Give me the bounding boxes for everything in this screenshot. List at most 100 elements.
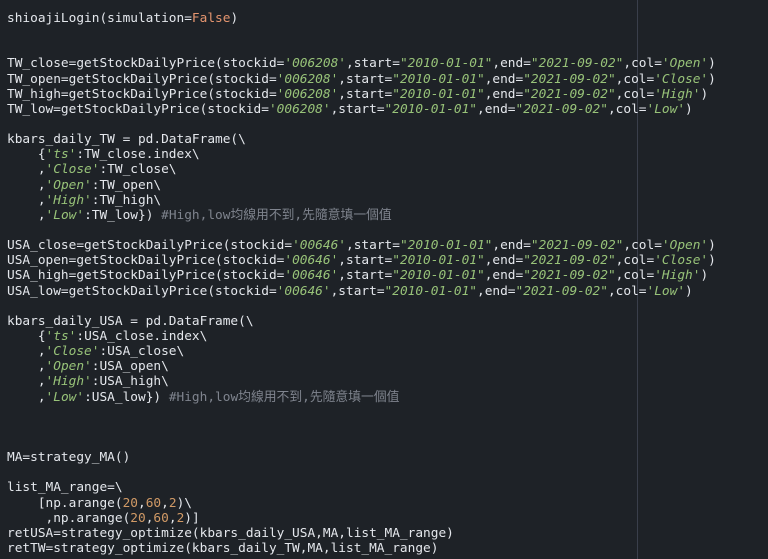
string-literal: 'High' [45,192,92,208]
code-token: , [161,495,169,511]
string-literal: "2021-09-02" [515,101,608,117]
code-token: , [138,495,146,511]
string-literal: "2010-01-01" [392,86,485,102]
string-literal: 'Low' [646,101,686,117]
string-literal: "2010-01-01" [399,56,493,72]
code-token: shioajiLogin(simulation= [7,11,192,26]
code-token: ) [230,11,239,26]
code-line: kbars_daily_TW = pd.DataFrame(\ [7,132,716,147]
code-token: :USA_high\ [91,374,169,390]
code-token: ,start= [330,283,385,299]
code-token: list_MA_range=\ [7,480,123,496]
string-literal: 'Open' [661,238,709,254]
code-token: TW_high=getStockDailyPrice(stockid= [7,86,277,102]
code-token: ) [700,268,709,284]
code-token: :TW_close\ [99,162,177,178]
code-token: kbars_daily_USA = pd.DataFrame(\ [7,313,254,329]
code-token: ,end= [492,238,531,254]
string-literal: 'Close' [45,344,100,360]
code-token: ,end= [476,101,516,117]
code-token: , [7,359,46,375]
code-token: , [7,192,46,208]
code-token: )] [184,510,200,526]
code-token: ) [708,56,716,72]
code-line: TW_close=getStockDailyPrice(stockid='006… [7,56,716,71]
string-literal: 'High' [654,268,701,284]
code-line: shioajiLogin(simulation=False) [7,11,716,26]
code-token: , [7,344,46,360]
code-line: ,'High':TW_high\ [7,193,716,208]
string-literal: 'Close' [654,71,709,87]
code-line: ,'Low':TW_low}) #High,low均線用不到,先隨意填一個值 [7,208,716,223]
code-editor[interactable]: shioajiLogin(simulation=False) TW_close=… [0,0,768,559]
code-token: TW_open=getStockDailyPrice(stockid= [7,71,277,87]
code-token: ,col= [623,238,662,254]
code-line: USA_open=getStockDailyPrice(stockid='006… [7,253,716,268]
comment: #High,low均線用不到,先隨意填一個值 [161,207,392,223]
code-line: ,'High':USA_high\ [7,374,716,389]
string-literal: 'ts' [45,147,77,163]
code-token: ,start= [338,253,393,269]
string-literal: '00646' [292,238,346,254]
string-literal: "2021-09-02" [523,268,616,284]
number-literal: 60 [153,510,169,526]
code-token: ,start= [330,101,385,117]
string-literal: "2021-09-02" [530,56,624,72]
string-literal: 'Close' [654,253,709,269]
code-token: ,col= [615,268,655,284]
code-token: USA_open=getStockDailyPrice(stockid= [7,253,285,269]
code-token: TW_close=getStockDailyPrice(stockid= [7,56,285,72]
code-token: ,col= [615,86,655,102]
code-line: TW_high=getStockDailyPrice(stockid='0062… [7,87,716,102]
code-token: ) [708,253,716,269]
string-literal: "2021-09-02" [523,71,616,87]
code-token: retTW=strategy_optimize(kbars_daily_TW,M… [7,540,439,556]
comment: #High,low均線用不到,先隨意填一個值 [168,389,400,405]
number-literal: 60 [145,495,162,511]
number-literal: 2 [168,495,177,511]
string-literal: "2010-01-01" [392,268,485,284]
code-token: retUSA=strategy_optimize(kbars_daily_USA… [7,525,454,541]
code-token: USA_close=getStockDailyPrice(stockid= [7,238,293,254]
string-literal: 'Close' [45,162,100,178]
code-token: ,end= [492,56,531,72]
code-token: USA_low=getStockDailyPrice(stockid= [7,283,277,299]
code-token: ,end= [484,253,524,269]
code-token: TW_low=getStockDailyPrice(stockid= [7,101,269,117]
code-line: retTW=strategy_optimize(kbars_daily_TW,M… [7,541,716,556]
code-token: ,end= [476,283,516,299]
string-literal: 'High' [45,374,92,390]
string-literal: "2021-09-02" [523,253,616,269]
string-literal: "2010-01-01" [399,238,493,254]
code-line: {'ts':TW_close.index\ [7,147,716,162]
string-literal: 'Open' [45,359,92,375]
code-line: MA=strategy_MA() [7,450,716,465]
string-literal: "2010-01-01" [384,283,477,299]
string-literal: '00646' [284,268,339,284]
string-literal: "2021-09-02" [530,238,624,254]
code-token: ,start= [346,238,400,254]
code-token: :TW_close.index\ [76,147,200,163]
code-text-area[interactable]: shioajiLogin(simulation=False) TW_close=… [7,11,716,556]
number-literal: 20 [130,510,146,526]
string-literal: '00646' [284,253,339,269]
code-line: USA_high=getStockDailyPrice(stockid='006… [7,268,716,283]
code-token: ,end= [484,86,524,102]
string-literal: 'High' [654,86,701,102]
code-token: , [7,389,46,405]
keyword: False [191,11,231,26]
code-token: [np.arange( [7,495,123,511]
code-token: :USA_close\ [99,344,185,360]
code-line: ,'Close':USA_close\ [7,344,716,359]
code-line: USA_low=getStockDailyPrice(stockid='0064… [7,284,716,299]
code-token: , [7,207,46,223]
code-token: ,start= [338,268,393,284]
code-token: , [7,374,46,390]
string-literal: "2010-01-01" [384,101,477,117]
string-literal: '006208' [268,101,331,117]
